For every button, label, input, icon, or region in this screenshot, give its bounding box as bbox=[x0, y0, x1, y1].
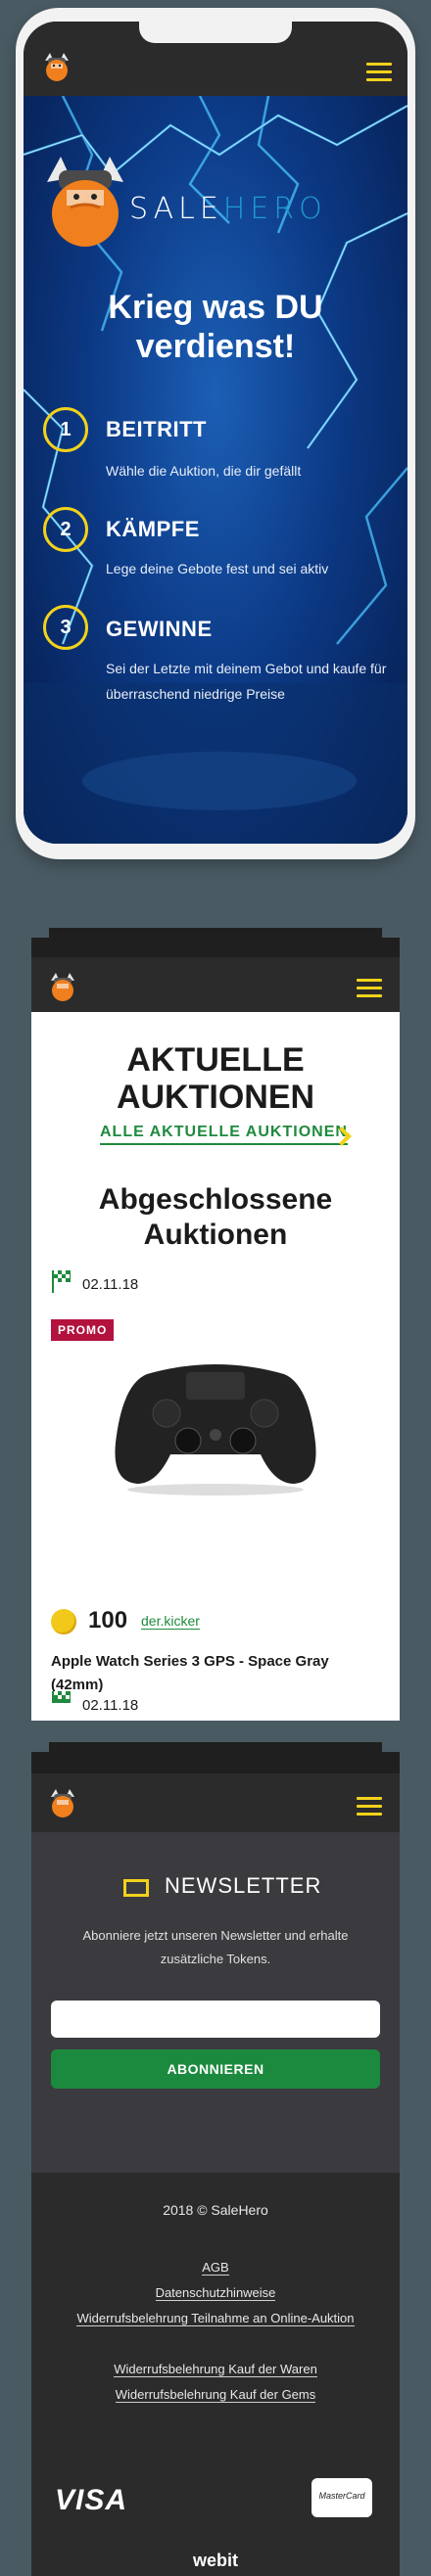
viking-mascot-logo[interactable] bbox=[47, 971, 78, 1002]
newsletter-email-input[interactable] bbox=[51, 2001, 380, 2038]
step-1-badge: 1 bbox=[43, 407, 88, 452]
visa-logo: VISA bbox=[55, 2484, 128, 2516]
hero-screen: SALEHERO Krieg was DU verdienst! 1 BEITR… bbox=[24, 22, 407, 844]
viking-mascot-large-logo bbox=[47, 157, 123, 247]
phone-notch bbox=[139, 22, 292, 43]
checkered-flag-icon bbox=[52, 1270, 71, 1293]
step-1-title: BEITRITT bbox=[106, 417, 207, 441]
pixel-frame-top-inner bbox=[49, 928, 382, 938]
auction-price: 100 bbox=[88, 1607, 128, 1633]
hero-section: SALEHERO Krieg was DU verdienst! 1 BEITR… bbox=[24, 96, 407, 844]
step-1-text: Wähle die Auktion, die dir gefällt bbox=[106, 463, 302, 479]
phone-mockup-auctions: AKTUELLE AUKTIONEN ALLE AKTUELLE AUKTION… bbox=[31, 957, 400, 1721]
auction-date: 02.11.18 bbox=[82, 1697, 139, 1714]
viking-mascot-logo[interactable] bbox=[47, 1787, 78, 1818]
footer: 2018 © SaleHero AGB Datenschutzhinweise … bbox=[31, 2173, 400, 2576]
webit-credit[interactable]: webit bbox=[31, 2551, 400, 2571]
footer-link-withdrawal-goods[interactable]: Widerrufsbelehrung Kauf der Waren bbox=[31, 2359, 400, 2380]
footer-link-agb[interactable]: AGB bbox=[31, 2257, 400, 2278]
footer-link-privacy[interactable]: Datenschutzhinweise bbox=[31, 2282, 400, 2304]
closed-auctions-title: Abgeschlossene Auktionen bbox=[98, 1183, 333, 1251]
newsletter-title: NEWSLETTER bbox=[165, 1873, 322, 1898]
product-name[interactable]: Apple Watch Series 3 GPS - Space Gray (4… bbox=[51, 1650, 364, 1697]
auction-date: 02.11.18 bbox=[82, 1276, 139, 1293]
viking-mascot-logo[interactable] bbox=[41, 51, 72, 82]
all-auctions-link[interactable]: ALLE AKTUELLE AUKTIONEN bbox=[100, 1124, 348, 1145]
top-navbar bbox=[31, 957, 400, 1012]
pixel-frame-top bbox=[31, 938, 400, 957]
step-3-title: GEWINNE bbox=[106, 617, 213, 641]
hamburger-menu-icon[interactable] bbox=[357, 1797, 382, 1817]
auctions-section: AKTUELLE AUKTIONEN ALLE AKTUELLE AUKTION… bbox=[31, 1012, 400, 1703]
phone-mockup-newsletter: NEWSLETTER Abonniere jetzt unseren Newsl… bbox=[31, 1773, 400, 2576]
hero-title: Krieg was DU verdienst! bbox=[108, 289, 323, 365]
gold-coin-icon bbox=[51, 1609, 76, 1634]
footer-link-withdrawal-auction[interactable]: Widerrufsbelehrung Teilnahme an Online-A… bbox=[31, 2308, 400, 2329]
hamburger-menu-icon[interactable] bbox=[357, 979, 382, 998]
product-image-gamepad[interactable] bbox=[108, 1345, 323, 1501]
subscribe-button[interactable]: ABONNIEREN bbox=[51, 2049, 380, 2089]
step-2-title: KÄMPFE bbox=[106, 517, 200, 541]
hamburger-menu-icon[interactable] bbox=[366, 63, 392, 82]
promo-badge: PROMO bbox=[51, 1319, 115, 1341]
mastercard-logo: MasterCard bbox=[311, 2478, 372, 2517]
step-2-text: Lege deine Gebote fest und sei aktiv bbox=[106, 561, 329, 576]
pixel-frame-top-inner bbox=[49, 1742, 382, 1752]
copyright-text: 2018 © SaleHero bbox=[163, 2202, 268, 2218]
newsletter-description: Abonniere jetzt unseren Newsletter und e… bbox=[82, 1928, 349, 1966]
footer-link-withdrawal-gems[interactable]: Widerrufsbelehrung Kauf der Gems bbox=[31, 2384, 400, 2406]
newsletter-section: NEWSLETTER Abonniere jetzt unseren Newsl… bbox=[31, 1832, 400, 2173]
phone-mockup-hero: SALEHERO Krieg was DU verdienst! 1 BEITR… bbox=[16, 8, 415, 859]
step-3-text: Sei der Letzte mit deinem Gebot und kauf… bbox=[106, 661, 387, 702]
step-3-badge: 3 bbox=[43, 605, 88, 650]
brand-wordmark: SALEHERO bbox=[129, 192, 327, 226]
top-navbar bbox=[31, 1773, 400, 1832]
winner-username-link[interactable]: der.kicker bbox=[141, 1613, 200, 1630]
current-auctions-title: AKTUELLE AUKTIONEN bbox=[116, 1041, 315, 1116]
envelope-outline-icon bbox=[123, 1879, 149, 1897]
pixel-frame-top bbox=[31, 1752, 400, 1773]
step-2-badge: 2 bbox=[43, 507, 88, 552]
